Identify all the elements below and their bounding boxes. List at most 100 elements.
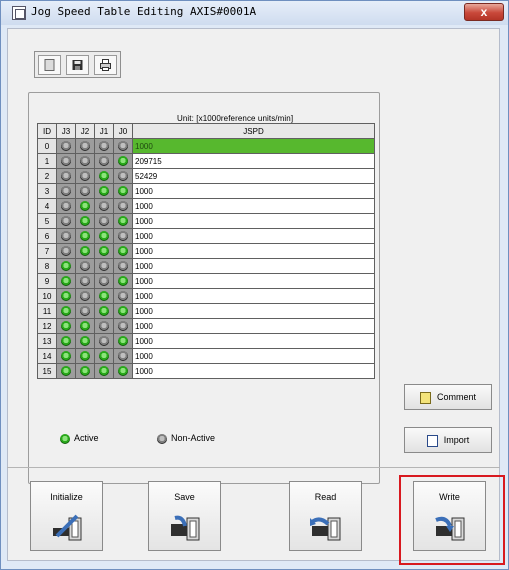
toolbar: [34, 51, 121, 78]
table-row[interactable]: 15 1000: [37, 363, 375, 379]
table-row[interactable]: 9 1000: [37, 273, 375, 289]
jspd-value-cell[interactable]: 1000: [132, 243, 375, 259]
initialize-button[interactable]: Initialize: [30, 481, 103, 551]
table-header-row: ID J3 J2 J1 J0 JSPD: [37, 123, 375, 139]
non-active-indicator-icon: [99, 201, 109, 211]
bit-cell-j2: [75, 168, 95, 184]
table-row[interactable]: 1 209715: [37, 153, 375, 169]
bit-cell-j1: [94, 243, 114, 259]
active-indicator-icon: [61, 276, 71, 286]
row-id-cell: 3: [37, 183, 57, 199]
jspd-value-cell[interactable]: 1000: [132, 288, 375, 304]
non-active-indicator-icon: [61, 186, 71, 196]
non-active-indicator-icon: [61, 246, 71, 256]
active-indicator-icon: [99, 231, 109, 241]
initialize-icon: [53, 514, 82, 541]
window-title: Jog Speed Table Editing AXIS#0001A: [31, 5, 257, 18]
active-indicator-icon: [80, 336, 90, 346]
bit-cell-j2: [75, 288, 95, 304]
active-indicator-icon: [80, 366, 90, 376]
save-button[interactable]: Save: [148, 481, 221, 551]
table-row[interactable]: 5 1000: [37, 213, 375, 229]
bit-cell-j3: [56, 153, 76, 169]
active-indicator-icon: [118, 216, 128, 226]
jspd-value-cell[interactable]: 1000: [132, 333, 375, 349]
jspd-value-cell[interactable]: 1000: [132, 228, 375, 244]
active-indicator-icon: [99, 351, 109, 361]
jspd-value-cell[interactable]: 209715: [132, 153, 375, 169]
bit-cell-j1: [94, 333, 114, 349]
col-j1-header: J1: [94, 123, 114, 139]
bit-cell-j3: [56, 318, 76, 334]
row-id-cell: 1: [37, 153, 57, 169]
table-row[interactable]: 10 1000: [37, 288, 375, 304]
read-button[interactable]: Read: [289, 481, 362, 551]
table-row[interactable]: 14 1000: [37, 348, 375, 364]
table-row[interactable]: 3 1000: [37, 183, 375, 199]
jspd-value-cell[interactable]: 1000: [132, 213, 375, 229]
non-active-indicator-icon: [80, 306, 90, 316]
table-row[interactable]: 7 1000: [37, 243, 375, 259]
jspd-value-cell[interactable]: 1000: [132, 183, 375, 199]
bit-cell-j0: [113, 273, 133, 289]
table-row[interactable]: 8 1000: [37, 258, 375, 274]
save-file-button[interactable]: [66, 55, 89, 75]
non-active-indicator-icon: [80, 291, 90, 301]
table-row[interactable]: 0 1000: [37, 138, 375, 154]
bit-cell-j2: [75, 228, 95, 244]
import-button[interactable]: Import: [404, 427, 492, 453]
jspd-value-cell[interactable]: 1000: [132, 318, 375, 334]
bit-cell-j3: [56, 303, 76, 319]
non-active-indicator-icon: [118, 171, 128, 181]
print-button[interactable]: [94, 55, 117, 75]
table-row[interactable]: 4 1000: [37, 198, 375, 214]
bit-cell-j2: [75, 318, 95, 334]
jspd-value-cell[interactable]: 1000: [132, 198, 375, 214]
bit-cell-j1: [94, 228, 114, 244]
row-id-cell: 5: [37, 213, 57, 229]
row-id-cell: 8: [37, 258, 57, 274]
active-indicator-icon: [118, 366, 128, 376]
table-row[interactable]: 11 1000: [37, 303, 375, 319]
comment-icon: [419, 391, 431, 404]
table-row[interactable]: 6 1000: [37, 228, 375, 244]
non-active-indicator-icon: [99, 276, 109, 286]
new-button[interactable]: [38, 55, 61, 75]
active-indicator-icon: [60, 433, 70, 444]
bit-cell-j0: [113, 138, 133, 154]
row-id-cell: 4: [37, 198, 57, 214]
bit-cell-j3: [56, 363, 76, 379]
active-indicator-icon: [118, 186, 128, 196]
bit-cell-j1: [94, 138, 114, 154]
jspd-value-cell[interactable]: 1000: [132, 138, 375, 154]
bit-cell-j0: [113, 348, 133, 364]
bit-cell-j3: [56, 333, 76, 349]
legend-non-active-label: Non-Active: [171, 433, 216, 443]
table-row[interactable]: 2 52429: [37, 168, 375, 184]
jspd-value-cell[interactable]: 1000: [132, 273, 375, 289]
table-row[interactable]: 13 1000: [37, 333, 375, 349]
non-active-indicator-icon: [99, 156, 109, 166]
close-button[interactable]: x: [464, 3, 504, 21]
bit-cell-j3: [56, 258, 76, 274]
jspd-value-cell[interactable]: 1000: [132, 258, 375, 274]
bit-cell-j1: [94, 153, 114, 169]
jspd-value-cell[interactable]: 1000: [132, 348, 375, 364]
bit-cell-j3: [56, 213, 76, 229]
non-active-indicator-icon: [61, 171, 71, 181]
row-id-cell: 13: [37, 333, 57, 349]
bit-cell-j0: [113, 213, 133, 229]
bit-cell-j2: [75, 333, 95, 349]
bit-cell-j1: [94, 303, 114, 319]
col-j3-header: J3: [56, 123, 76, 139]
legend-active: Active: [60, 433, 99, 444]
save-disk-icon: [72, 60, 83, 70]
col-j0-header: J0: [113, 123, 133, 139]
jspd-value-cell[interactable]: 52429: [132, 168, 375, 184]
table-row[interactable]: 12 1000: [37, 318, 375, 334]
jspd-value-cell[interactable]: 1000: [132, 303, 375, 319]
bit-cell-j3: [56, 243, 76, 259]
jspd-value-cell[interactable]: 1000: [132, 363, 375, 379]
comment-button[interactable]: Comment: [404, 384, 492, 410]
legend-non-active: Non-Active: [157, 433, 215, 444]
